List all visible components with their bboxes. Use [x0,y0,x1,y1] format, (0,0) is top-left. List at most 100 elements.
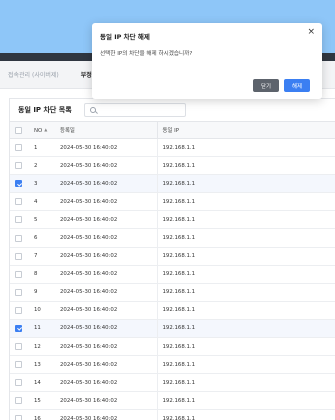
row-checkbox[interactable] [15,288,22,296]
row-date: 2024-05-30 16:40:02 [60,301,158,320]
row-date: 2024-05-30 16:40:02 [60,283,158,302]
row-select-cell[interactable] [10,301,34,320]
row-select-cell[interactable] [10,192,34,212]
row-checkbox[interactable] [15,324,22,332]
row-ip: 192.168.1.1 [157,409,335,420]
unblock-button[interactable]: 해제 [284,79,310,92]
header-select-all[interactable] [10,121,34,139]
blocked-ip-table: NO ▲ 등록일 동일 IP 1 2024-05-30 16:40:02 192.16… [10,121,335,420]
app-window: 접속관리 (사이버제) 부정클릭 동일 IP 차단 목록 NO▲ 등록일 동일 … [0,53,335,420]
search-input[interactable] [83,103,186,117]
row-select-cell[interactable] [10,138,34,158]
dialog-title: 동일 IP 차단 해제 [100,33,150,41]
row-select-cell[interactable] [10,283,34,302]
table-row[interactable]: 15 2024-05-30 16:40:02 192.168.1.1 [10,391,335,411]
row-ip: 192.168.1.1 [157,228,335,248]
column-header-no[interactable]: NO ▲ [34,121,60,139]
panel-title: 동일 IP 차단 목록 [18,106,72,114]
dialog-message: 선택한 IP의 차단을 해제 하시겠습니까? [100,51,193,57]
row-checkbox[interactable] [15,252,22,260]
select-all-checkbox[interactable] [15,126,22,134]
row-ip: 192.168.1.1 [157,373,335,393]
row-date: 2024-05-30 16:40:02 [60,373,158,393]
row-ip: 192.168.1.1 [157,319,335,339]
column-header-date: 등록일 [60,121,158,139]
table-row[interactable]: 11 2024-05-30 16:40:02 192.168.1.1 [10,319,335,339]
row-checkbox[interactable] [15,415,22,420]
row-ip: 192.168.1.1 [157,156,335,176]
table-row[interactable]: 4 2024-05-30 16:40:02 192.168.1.1 [10,192,335,212]
row-checkbox[interactable] [15,198,22,206]
table-row[interactable]: 12 2024-05-30 16:40:02 192.168.1.1 [10,337,335,357]
row-checkbox[interactable] [15,180,22,188]
row-checkbox[interactable] [15,379,22,387]
table-row[interactable]: 14 2024-05-30 16:40:02 192.168.1.1 [10,373,335,393]
row-select-cell[interactable] [10,409,34,420]
row-checkbox[interactable] [15,162,22,170]
row-date: 2024-05-30 16:40:02 [60,228,158,248]
row-ip: 192.168.1.1 [157,391,335,411]
table-row[interactable]: 10 2024-05-30 16:40:02 192.168.1.1 [10,301,335,320]
row-checkbox[interactable] [15,234,22,242]
row-select-cell[interactable] [10,247,34,266]
row-date: 2024-05-30 16:40:02 [60,192,158,212]
row-no: 4 [34,192,60,212]
row-select-cell[interactable] [10,355,34,375]
row-checkbox[interactable] [15,270,22,278]
row-no: 16 [34,409,60,420]
row-checkbox[interactable] [15,361,22,369]
row-no: 13 [34,355,60,375]
table-row[interactable]: 6 2024-05-30 16:40:02 192.168.1.1 [10,228,335,248]
row-no: 9 [34,283,60,302]
row-ip: 192.168.1.1 [157,265,335,284]
row-date: 2024-05-30 16:40:02 [60,247,158,266]
row-select-cell[interactable] [10,265,34,284]
row-select-cell[interactable] [10,337,34,357]
row-no: 15 [34,391,60,411]
table-row[interactable]: 5 2024-05-30 16:40:02 192.168.1.1 [10,210,335,230]
close-icon[interactable]: × [307,28,315,37]
row-checkbox[interactable] [15,343,22,351]
row-ip: 192.168.1.1 [157,210,335,230]
table-row[interactable]: 2 2024-05-30 16:40:02 192.168.1.1 [10,156,335,176]
table-row[interactable]: 9 2024-05-30 16:40:02 192.168.1.1 [10,283,335,302]
row-date: 2024-05-30 16:40:02 [60,156,158,176]
row-date: 2024-05-30 16:40:02 [60,174,158,194]
row-checkbox[interactable] [15,216,22,224]
row-select-cell[interactable] [10,174,34,194]
panel-header: 동일 IP 차단 목록 [10,99,335,121]
row-ip: 192.168.1.1 [157,283,335,302]
row-select-cell[interactable] [10,391,34,411]
table-row[interactable]: 8 2024-05-30 16:40:02 192.168.1.1 [10,265,335,284]
row-select-cell[interactable] [10,210,34,230]
row-date: 2024-05-30 16:40:02 [60,391,158,411]
row-select-cell[interactable] [10,156,34,176]
table-header-row: NO ▲ 등록일 동일 IP [10,121,335,139]
tab-access-management[interactable]: 접속관리 (사이버제) [8,70,67,88]
row-select-cell[interactable] [10,319,34,339]
row-ip: 192.168.1.1 [157,174,335,194]
row-no: 3 [34,174,60,194]
close-button[interactable]: 닫기 [253,79,279,92]
row-checkbox[interactable] [15,397,22,405]
row-date: 2024-05-30 16:40:02 [60,337,158,357]
sort-icon[interactable]: ▲ [44,127,47,132]
blocked-ip-panel: 동일 IP 차단 목록 NO ▲ 등록일 동일 IP 1 2024-05-30 16… [9,98,335,420]
table-row[interactable]: 13 2024-05-30 16:40:02 192.168.1.1 [10,355,335,375]
table-row[interactable]: 1 2024-05-30 16:40:02 192.168.1.1 [10,138,335,158]
row-checkbox[interactable] [15,144,22,152]
row-ip: 192.168.1.1 [157,192,335,212]
row-date: 2024-05-30 16:40:02 [60,265,158,284]
row-no: 12 [34,337,60,357]
row-ip: 192.168.1.1 [157,301,335,320]
search-icon [89,107,96,113]
table-row[interactable]: 3 2024-05-30 16:40:02 192.168.1.1 [10,174,335,194]
row-no: 14 [34,373,60,393]
row-checkbox[interactable] [15,306,22,314]
table-row[interactable]: 16 2024-05-30 16:40:02 192.168.1.1 [10,409,335,420]
table-row[interactable]: 7 2024-05-30 16:40:02 192.168.1.1 [10,247,335,266]
row-select-cell[interactable] [10,373,34,393]
row-ip: 192.168.1.1 [157,247,335,266]
row-select-cell[interactable] [10,228,34,248]
row-no: 1 [34,138,60,158]
